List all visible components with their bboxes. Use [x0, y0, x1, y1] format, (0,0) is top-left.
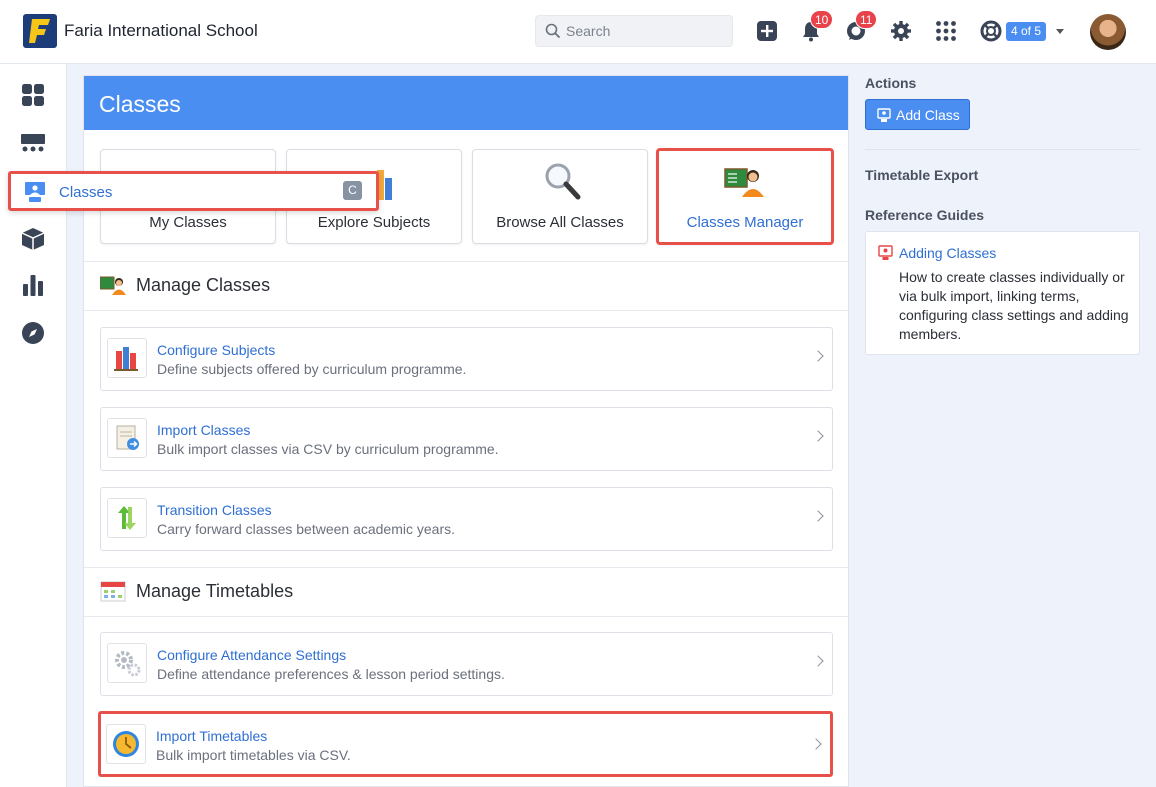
tile-label: Classes Manager [686, 214, 804, 231]
divider [84, 616, 848, 617]
reports-chart-icon[interactable] [20, 272, 46, 298]
user-avatar[interactable] [1090, 14, 1126, 50]
import-document-icon [116, 425, 139, 450]
row-title: Configure Subjects [157, 342, 276, 358]
timetable-export-heading[interactable]: Timetable Export [865, 167, 978, 183]
gears-icon [115, 651, 141, 677]
list-item-import-classes[interactable]: Import Classes Bulk import classes via C… [100, 407, 833, 471]
tile-label: Browse All Classes [496, 214, 624, 231]
chevron-right-icon [812, 655, 824, 667]
reference-guides-heading: Reference Guides [865, 207, 985, 223]
manage-classes-icon [100, 276, 126, 295]
add-icon[interactable] [756, 20, 778, 42]
row-icon-box [107, 338, 147, 378]
add-class-label: Add Class [896, 107, 960, 123]
row-title: Import Timetables [156, 728, 268, 744]
school-logo[interactable] [23, 14, 57, 48]
row-description: Bulk import classes via CSV by curriculu… [157, 441, 499, 457]
search-icon [545, 23, 561, 39]
row-title: Transition Classes [157, 502, 272, 518]
compass-icon[interactable] [20, 320, 46, 346]
row-description: Define subjects offered by curriculum pr… [157, 361, 467, 377]
divider [84, 261, 848, 262]
classes-nav-label: Classes [59, 184, 113, 201]
tile-browse-all-classes[interactable]: Browse All Classes [472, 149, 648, 244]
books-icon [114, 347, 138, 371]
reference-guide-card: Adding Classes How to create classes ind… [865, 231, 1140, 355]
tile-classes-manager[interactable]: Classes Manager [656, 148, 834, 245]
guide-classes-icon [878, 245, 893, 260]
chevron-right-icon [812, 510, 824, 522]
row-title: Import Classes [157, 422, 251, 438]
tile-label: Explore Subjects [317, 214, 431, 231]
school-name[interactable]: Faria International School [64, 21, 258, 41]
search-input[interactable] [566, 16, 726, 46]
row-description: Bulk import timetables via CSV. [156, 747, 351, 763]
magnifier-icon [545, 163, 581, 200]
top-bar: Faria International School 10 11 [0, 0, 1156, 64]
row-icon-box [106, 724, 146, 764]
shortcut-key-badge: C [343, 181, 362, 200]
gear-icon[interactable] [890, 20, 912, 42]
row-description: Define attendance preferences & lesson p… [157, 666, 505, 682]
list-item-configure-subjects[interactable]: Configure Subjects Define subjects offer… [100, 327, 833, 391]
divider [865, 149, 1140, 150]
notifications-badge: 10 [810, 10, 834, 29]
add-class-button[interactable]: Add Class [865, 99, 970, 130]
actions-heading: Actions [865, 75, 917, 91]
chevron-down-icon[interactable] [1056, 29, 1064, 34]
list-item-transition-classes[interactable]: Transition Classes Carry forward classes… [100, 487, 833, 551]
timetable-calendar-icon [100, 581, 126, 602]
row-description: Carry forward classes between academic y… [157, 521, 456, 537]
row-title: Configure Attendance Settings [157, 647, 347, 663]
classes-manager-icon [724, 168, 764, 197]
guide-description: How to create classes individually or vi… [899, 269, 1129, 342]
row-icon-box [107, 418, 147, 458]
section-title-text: Manage Timetables [136, 581, 294, 601]
dashboard-icon[interactable] [20, 82, 46, 108]
divider [84, 310, 848, 311]
add-class-icon [877, 108, 891, 122]
clock-icon [113, 731, 139, 757]
list-item-import-timetables[interactable]: Import Timetables Bulk import timetables… [98, 711, 833, 777]
apps-grid-icon[interactable] [935, 20, 957, 42]
row-icon-box [107, 498, 147, 538]
logo-f-icon [29, 19, 50, 43]
messages-badge: 11 [855, 10, 878, 29]
list-item-configure-attendance-settings[interactable]: Configure Attendance Settings Define att… [100, 632, 833, 696]
tile-label: My Classes [149, 214, 227, 231]
package-icon[interactable] [20, 226, 46, 252]
classes-nav-flyout[interactable]: Classes C [8, 171, 379, 211]
community-icon[interactable] [20, 130, 46, 156]
chevron-right-icon [810, 738, 822, 750]
divider [84, 567, 848, 568]
guide-title-link[interactable]: Adding Classes [899, 245, 996, 261]
transition-arrows-icon [118, 506, 136, 530]
search-box[interactable] [535, 15, 733, 47]
help-lifebuoy-icon[interactable] [980, 20, 1002, 42]
chevron-right-icon [812, 430, 824, 442]
section-title-text: Manage Classes [136, 275, 271, 295]
row-icon-box [107, 643, 147, 683]
chevron-right-icon [812, 350, 824, 362]
classes-icon [25, 182, 45, 202]
pager-badge[interactable]: 4 of 5 [1006, 22, 1047, 41]
panel-header: Classes [84, 76, 848, 130]
page-title: Classes [99, 91, 181, 117]
